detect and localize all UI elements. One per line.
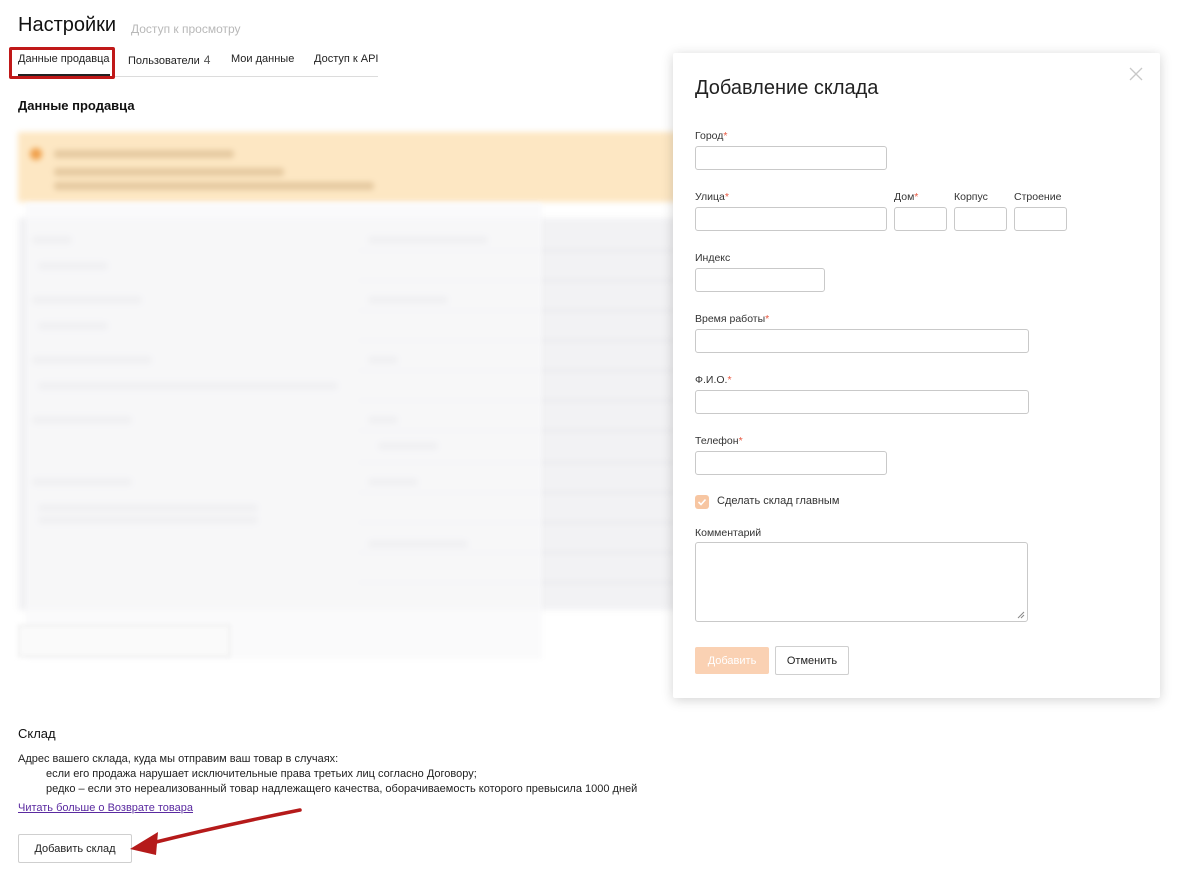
warning-banner (18, 132, 678, 202)
warehouse-case-item: редко – если это нереализованный товар н… (46, 783, 638, 795)
comment-label: Комментарий (695, 527, 762, 539)
phone-input[interactable] (695, 451, 887, 475)
street-label: Улица* (695, 191, 729, 203)
comment-textarea[interactable] (695, 542, 1028, 622)
structure-input[interactable] (1014, 207, 1067, 231)
tab-api-access[interactable]: Доступ к API (314, 53, 378, 65)
main-warehouse-checkbox[interactable] (695, 495, 709, 509)
building-input[interactable] (954, 207, 1007, 231)
city-label: Город* (695, 130, 728, 142)
tab-label: Доступ к API (314, 53, 379, 65)
tab-label: Мои данные (231, 53, 295, 65)
postcode-label: Индекс (695, 252, 731, 264)
hours-input[interactable] (695, 329, 1029, 353)
main-warehouse-label: Сделать склад главным (717, 495, 840, 507)
check-icon (697, 498, 707, 506)
blurred-button (18, 625, 230, 657)
close-icon[interactable] (1129, 67, 1143, 81)
tab-my-data[interactable]: Мои данные (231, 53, 294, 65)
warehouse-title: Склад (18, 726, 56, 741)
house-label: Дом* (894, 191, 919, 203)
phone-label: Телефон* (695, 435, 743, 447)
tab-users[interactable]: Пользователи 4 (128, 53, 210, 67)
building-label: Корпус (954, 191, 988, 203)
warehouse-description-intro: Адрес вашего склада, куда мы отправим ва… (18, 753, 339, 765)
add-warehouse-modal: Добавление склада Город* Улица* Дом* Кор… (673, 53, 1160, 698)
section-heading: Данные продавца (18, 98, 135, 113)
warehouse-description: Адрес вашего склада, куда мы отправим ва… (18, 752, 637, 797)
modal-title: Добавление склада (695, 77, 879, 99)
name-label: Ф.И.О.* (695, 374, 732, 386)
active-tab-indicator (18, 74, 110, 76)
modal-add-button[interactable]: Добавить (695, 647, 769, 674)
hours-label: Время работы* (695, 313, 770, 325)
tab-seller-data[interactable]: Данные продавца (18, 53, 110, 65)
resize-handle-icon[interactable] (1017, 611, 1025, 619)
read-more-link[interactable]: Читать больше о Возврате товара (18, 802, 193, 814)
warehouse-case-item: если его продажа нарушает исключительные… (46, 768, 477, 780)
structure-label: Строение (1014, 191, 1062, 203)
tabs-bar: Данные продавца Пользователи 4 Мои данные… (18, 52, 378, 77)
tab-label: Данные продавца (18, 53, 110, 65)
page-title: Настройки (18, 14, 117, 36)
house-input[interactable] (894, 207, 947, 231)
page-subtitle: Доступ к просмотру (131, 22, 241, 36)
city-input[interactable] (695, 146, 887, 170)
name-input[interactable] (695, 390, 1029, 414)
users-count-badge: 4 (203, 53, 211, 67)
postcode-input[interactable] (695, 268, 825, 292)
privacy-blur-overlay (26, 203, 542, 659)
tab-label: Пользователи (128, 55, 200, 67)
modal-cancel-button[interactable]: Отменить (775, 646, 849, 675)
add-warehouse-button[interactable]: Добавить склад (18, 834, 132, 863)
street-input[interactable] (695, 207, 887, 231)
